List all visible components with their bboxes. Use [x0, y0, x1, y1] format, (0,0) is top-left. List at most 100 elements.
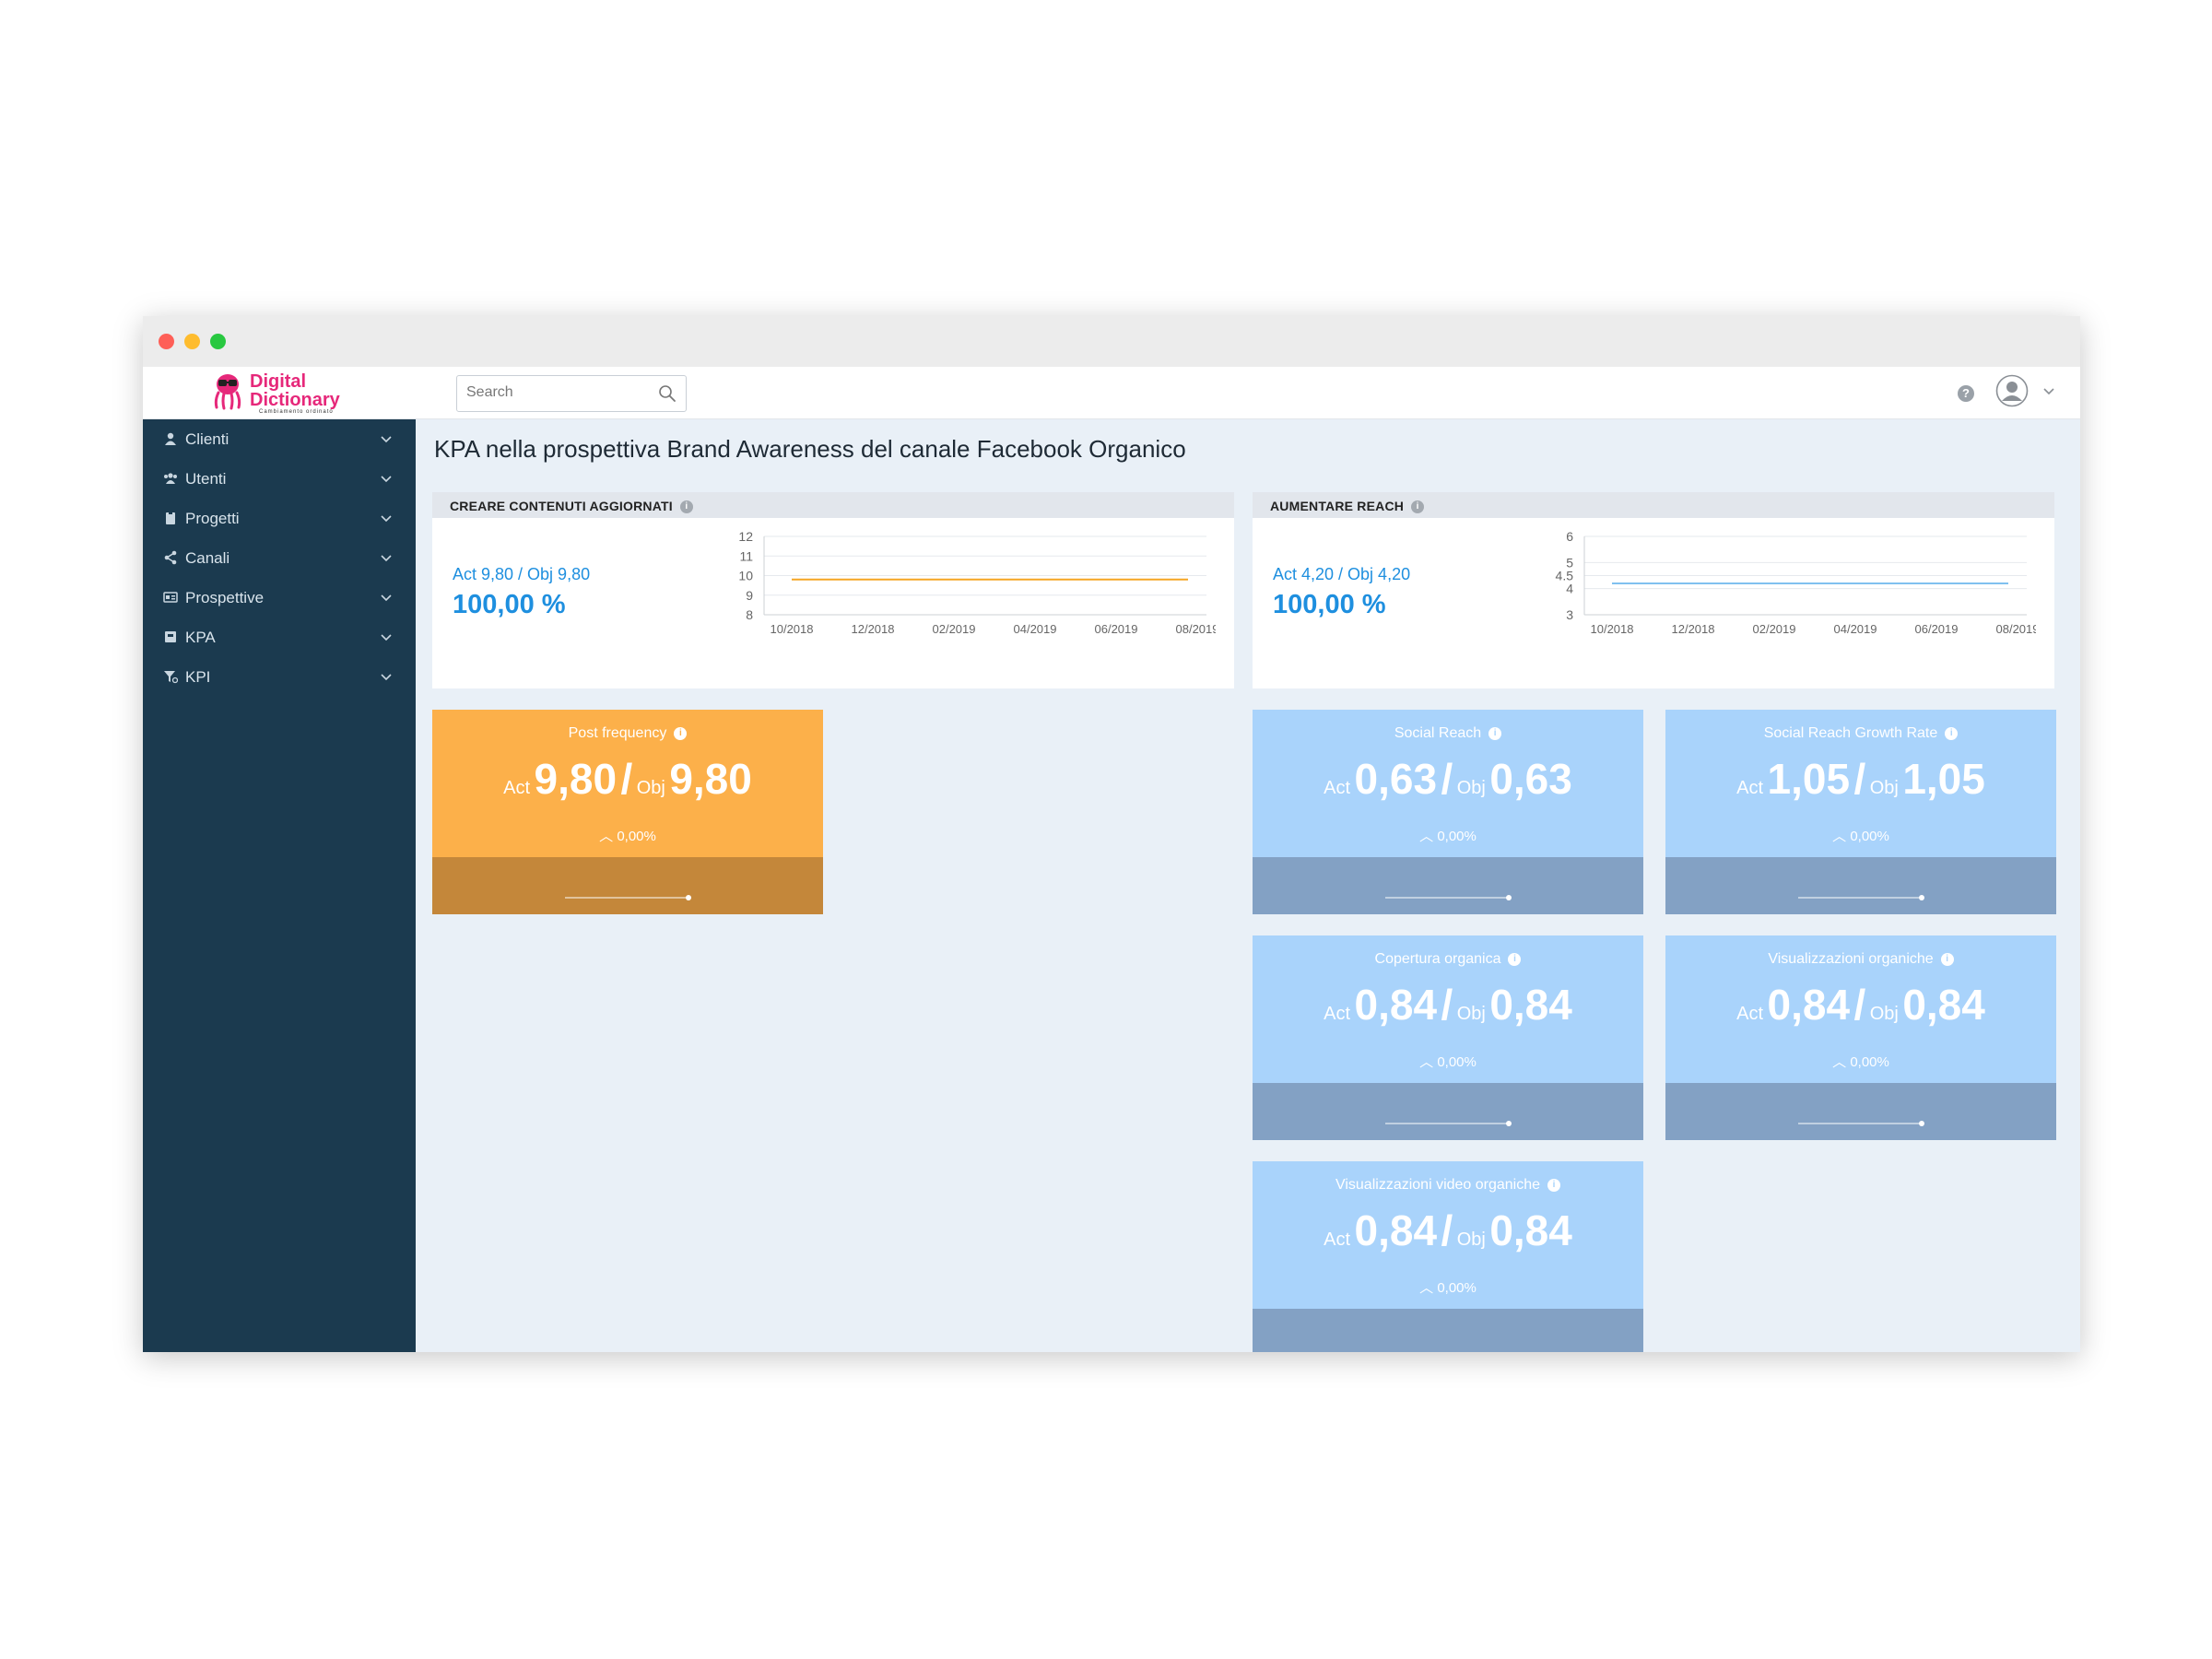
sidebar-item-utenti[interactable]: Utenti [143, 459, 416, 499]
obj-value: 9,80 [669, 755, 752, 803]
chevron-down-icon[interactable] [379, 551, 394, 566]
chevron-down-icon[interactable] [2041, 383, 2056, 398]
x-tick-label: 02/2019 [933, 622, 976, 636]
obj-value: 0,84 [1489, 1206, 1572, 1254]
sidebar-item-label: Progetti [185, 510, 240, 527]
x-tick-label: 08/2019 [1176, 622, 1217, 636]
kpi-tile-social-reach-growth-rate[interactable]: Social Reach Growth Rate i Act 1,05 / Obj… [1665, 710, 2056, 914]
window-titlebar [143, 316, 2080, 368]
value-separator: / [1441, 981, 1453, 1029]
sidebar-item-label: Canali [185, 549, 230, 567]
search-input[interactable] [457, 376, 651, 409]
info-icon[interactable]: i [1488, 726, 1502, 740]
logo[interactable]: Digital Dictionary Cambiamento ordinato [211, 371, 359, 417]
kpi-tile-social-reach[interactable]: Social Reach i Act 0,63 / Obj 0,63 ︿ 0,00… [1253, 710, 1643, 914]
kpa-card-aumentare-reach: AUMENTARE REACH i Act 4,20 / Obj 4,20 100… [1253, 492, 2054, 688]
y-tick-label: 11 [739, 548, 753, 563]
sidebar-item-kpi[interactable]: KPI [143, 657, 416, 697]
sidebar-item-label: Utenti [185, 470, 227, 488]
act-value: 0,84 [1767, 981, 1851, 1029]
kpi-tile-visualizzazioni-organiche[interactable]: Visualizzazioni organiche i Act 0,84 / Ob… [1665, 935, 2056, 1140]
info-icon[interactable]: i [1945, 726, 1959, 740]
chevron-down-icon[interactable] [379, 670, 394, 685]
id-card-icon [163, 592, 178, 603]
sidebar-item-clienti[interactable]: Clienti [143, 419, 416, 459]
y-tick-label: 12 [738, 529, 753, 544]
logo-line1: Digital [250, 371, 307, 392]
chevron-down-icon[interactable] [379, 472, 394, 487]
x-tick-label: 08/2019 [1996, 622, 2037, 636]
logo-tagline: Cambiamento ordinato [259, 409, 334, 415]
chevron-down-icon[interactable] [379, 630, 394, 645]
chevron-down-icon[interactable] [379, 432, 394, 447]
minimize-window-button[interactable] [184, 334, 200, 349]
act-value: 0,84 [1354, 1206, 1438, 1254]
kpi-tile-post-frequency[interactable]: Post frequency i Act 9,80 / Obj 9,80 ︿ 0,… [432, 710, 823, 914]
act-label: Act [1736, 778, 1764, 798]
info-icon[interactable]: i [674, 726, 688, 740]
chevron-down-icon[interactable] [379, 591, 394, 606]
kpi-delta: 0,00% [1850, 1054, 1889, 1070]
obj-label: Obj [1869, 778, 1899, 798]
sparkline [1385, 1121, 1512, 1126]
search-icon[interactable] [658, 384, 677, 403]
act-label: Act [503, 778, 531, 798]
act-label: Act [1324, 1004, 1351, 1024]
kpi-tile-title: Copertura organica [1374, 951, 1501, 967]
obj-value: 0,84 [1902, 981, 1985, 1029]
octopus-logo-icon [214, 374, 241, 410]
chevron-up-icon: ︿ [1832, 1054, 1847, 1070]
sidebar-item-canali[interactable]: Canali [143, 538, 416, 578]
kpa-line-chart: 12 11 10 9 8 10/2018 12/2018 02/2019 04/2019 06/2… [738, 529, 1217, 636]
y-tick-label: 8 [746, 607, 753, 622]
sparkline [1798, 895, 1924, 900]
app-window: Digital Dictionary Cambiamento ordinato … [143, 316, 2080, 1352]
info-icon[interactable]: i [1508, 952, 1522, 966]
sidebar-item-label: KPI [185, 668, 211, 686]
obj-label: Obj [1456, 1004, 1486, 1024]
y-tick-label: 6 [1566, 529, 1573, 544]
x-tick-label: 06/2019 [1915, 622, 1959, 636]
chevron-down-icon[interactable] [379, 512, 394, 526]
kpa-act-obj: Act 4,20 / Obj 4,20 [1273, 565, 1411, 583]
x-tick-label: 12/2018 [1672, 622, 1715, 636]
info-icon[interactable]: i [1411, 500, 1425, 514]
act-value: 9,80 [534, 755, 618, 803]
obj-label: Obj [1456, 778, 1486, 798]
y-tick-label: 9 [746, 588, 753, 603]
maximize-window-button[interactable] [210, 334, 226, 349]
obj-value: 0,84 [1489, 981, 1572, 1029]
value-separator: / [1853, 981, 1866, 1029]
info-icon[interactable]: i [1547, 1178, 1561, 1192]
sidebar-item-kpa[interactable]: KPA [143, 618, 416, 657]
users-icon [164, 473, 177, 484]
obj-label: Obj [1869, 1004, 1899, 1024]
kpi-tile-title: Social Reach Growth Rate [1763, 725, 1938, 741]
kpa-act-obj: Act 9,80 / Obj 9,80 [453, 565, 591, 583]
x-tick-label: 12/2018 [852, 622, 895, 636]
kpa-card-header: AUMENTARE REACH i [1253, 492, 2054, 518]
kpi-tile-visualizzazioni-video-organiche[interactable]: Visualizzazioni video organiche i Act 0,8… [1253, 1161, 1643, 1352]
clipboard-icon [166, 512, 175, 524]
info-icon[interactable]: i [1940, 952, 1954, 966]
search-box [456, 375, 687, 412]
close-window-button[interactable] [159, 334, 174, 349]
kpi-delta: 0,00% [1437, 829, 1477, 844]
kpa-card-creare-contenuti: CREARE CONTENUTI AGGIORNATI i Act 9,80 / … [432, 492, 1234, 688]
help-icon[interactable]: ? [1958, 385, 1974, 402]
sidebar-item-prospettive[interactable]: Prospettive [143, 578, 416, 618]
logo-line2: Dictionary [250, 390, 340, 410]
user-avatar-icon[interactable] [1995, 374, 2029, 407]
sidebar-item-progetti[interactable]: Progetti [143, 499, 416, 538]
act-label: Act [1324, 778, 1351, 798]
kpa-percent: 100,00 % [453, 590, 566, 619]
y-tick-label: 3 [1566, 607, 1573, 622]
value-separator: / [1853, 755, 1866, 803]
x-tick-label: 06/2019 [1095, 622, 1138, 636]
info-icon[interactable]: i [679, 500, 693, 514]
obj-label: Obj [636, 778, 665, 798]
kpi-tile-copertura-organica[interactable]: Copertura organica i Act 0,84 / Obj 0,84 … [1253, 935, 1643, 1140]
chevron-up-icon: ︿ [1419, 1054, 1434, 1070]
kpi-tile-title: Post frequency [568, 725, 667, 741]
value-separator: / [1441, 1206, 1453, 1254]
